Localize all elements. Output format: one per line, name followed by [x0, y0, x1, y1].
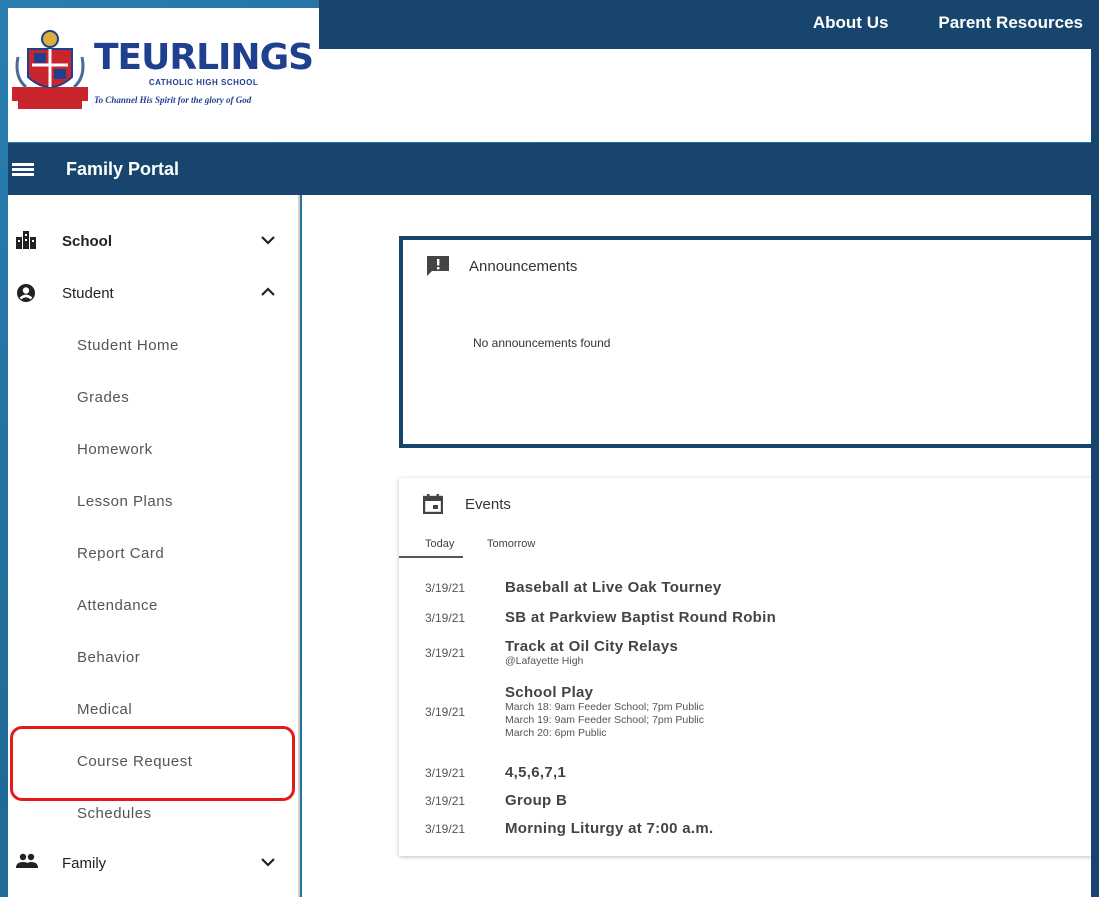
sidebar-section-label: Student: [62, 284, 114, 302]
event-row[interactable]: 3/19/21 4,5,6,7,1: [399, 764, 1089, 781]
event-title: 4,5,6,7,1: [505, 764, 567, 781]
events-tabs: Today Tomorrow: [399, 536, 535, 558]
event-title: Track at Oil City Relays: [505, 638, 679, 655]
event-title: Baseball at Live Oak Tourney: [505, 579, 722, 596]
sidebar-section-family[interactable]: Family: [8, 837, 298, 889]
sidebar-item-medical[interactable]: Medical: [8, 683, 298, 735]
logo-subtitle: CATHOLIC HIGH SCHOOL: [148, 77, 259, 87]
event-title: Group B: [505, 792, 568, 809]
tab-tomorrow[interactable]: Tomorrow: [487, 536, 535, 558]
event-row[interactable]: 3/19/21 Track at Oil City Relays @Lafaye…: [399, 638, 1089, 668]
chevron-down-icon: [260, 232, 278, 250]
logo-motto: To Channel His Spirit for the glory of G…: [94, 94, 252, 105]
sidebar-item-schedules[interactable]: Schedules: [8, 787, 298, 839]
tab-today[interactable]: Today: [399, 536, 463, 558]
sidebar-section-label: School: [62, 232, 113, 250]
event-date: 3/19/21: [425, 821, 466, 836]
sidebar-item-attendance[interactable]: Attendance: [8, 579, 298, 631]
event-date: 3/19/21: [425, 646, 466, 660]
portal-bar: Family Portal: [8, 143, 1099, 195]
event-detail: March 19: 9am Feeder School; 7pm Public: [505, 714, 705, 726]
sidebar-section-school[interactable]: School: [8, 215, 298, 267]
events-card: Events Today Tomorrow 3/19/21 Baseball a…: [399, 478, 1099, 856]
account-circle-icon: [16, 283, 40, 303]
sidebar-item-behavior[interactable]: Behavior: [8, 631, 298, 683]
event-title: Morning Liturgy at 7:00 a.m.: [505, 820, 714, 837]
chevron-up-icon: [260, 284, 278, 302]
sidebar-section-label: Family: [62, 854, 107, 872]
window-right-edge: [1091, 0, 1099, 897]
event-date: 3/19/21: [425, 793, 466, 808]
event-row[interactable]: 3/19/21 School Play March 18: 9am Feeder…: [399, 684, 1089, 740]
hamburger-menu-icon[interactable]: [12, 161, 36, 177]
event-title: SB at Parkview Baptist Round Robin: [505, 609, 777, 626]
school-crest-icon: [10, 27, 90, 117]
announcements-card: Announcements No announcements found: [399, 236, 1099, 448]
announcement-icon: [427, 256, 449, 276]
event-date: 3/19/21: [425, 610, 466, 625]
event-detail: March 18: 9am Feeder School; 7pm Public: [505, 701, 705, 713]
event-row[interactable]: 3/19/21 Group B: [399, 792, 1089, 809]
sidebar-section-student[interactable]: Student: [8, 267, 298, 319]
event-row[interactable]: 3/19/21 Morning Liturgy at 7:00 a.m.: [399, 820, 1089, 837]
sidebar-item-homework[interactable]: Homework: [8, 423, 298, 475]
event-title: School Play: [505, 684, 594, 701]
sidebar-item-report-card[interactable]: Report Card: [8, 527, 298, 579]
sidebar-nav: School Student Student Home Grades Homew…: [8, 195, 300, 897]
people-icon: [16, 853, 40, 873]
announcements-empty-text: No announcements found: [473, 336, 611, 350]
events-title: Events: [465, 495, 511, 513]
event-row[interactable]: 3/19/21 SB at Parkview Baptist Round Rob…: [399, 609, 1089, 626]
announcements-title: Announcements: [469, 257, 578, 275]
chevron-down-icon: [260, 854, 278, 872]
building-icon: [16, 231, 40, 251]
event-date: 3/19/21: [425, 580, 466, 595]
nav-link-parent-resources[interactable]: Parent Resources: [938, 13, 1083, 33]
sidebar-item-course-request[interactable]: Course Request: [8, 735, 298, 787]
portal-title: Family Portal: [66, 158, 180, 179]
sidebar-item-lesson-plans[interactable]: Lesson Plans: [8, 475, 298, 527]
sidebar-item-student-home[interactable]: Student Home: [8, 319, 298, 371]
sidebar-item-grades[interactable]: Grades: [8, 371, 298, 423]
calendar-icon: [422, 494, 445, 515]
event-row[interactable]: 3/19/21 Baseball at Live Oak Tourney: [399, 579, 1089, 596]
logo-wordmark: TEURLINGS: [94, 36, 314, 78]
nav-link-about-us[interactable]: About Us: [813, 13, 889, 33]
school-logo[interactable]: TEURLINGS CATHOLIC HIGH SCHOOL To Channe…: [10, 22, 314, 122]
event-date: 3/19/21: [425, 705, 466, 719]
top-nav: About Us Parent Resources: [813, 0, 1083, 46]
event-detail: @Lafayette High: [505, 655, 584, 667]
event-detail: March 20: 6pm Public: [505, 727, 607, 739]
event-date: 3/19/21: [425, 765, 466, 780]
